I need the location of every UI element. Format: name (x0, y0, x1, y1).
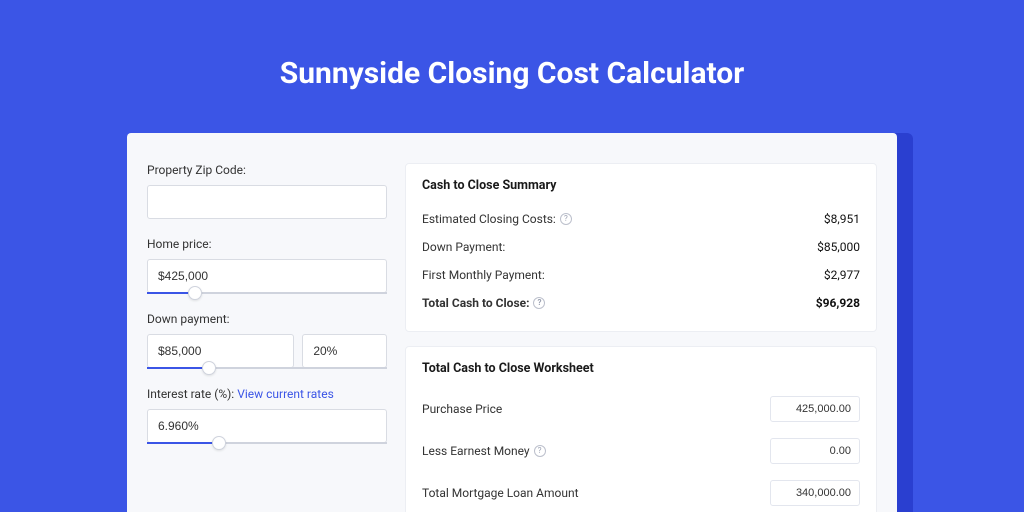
worksheet-row: Less Earnest Money ? (422, 430, 860, 472)
down-payment-input[interactable] (147, 334, 294, 368)
interest-input[interactable] (147, 409, 387, 443)
home-price-input[interactable] (147, 259, 387, 293)
zip-field-group: Property Zip Code: (147, 163, 387, 219)
home-price-slider-thumb[interactable] (188, 286, 202, 300)
summary-rows: Estimated Closing Costs: ? $8,951 Down Pay… (422, 205, 860, 317)
summary-row-value: $2,977 (824, 268, 860, 282)
help-icon[interactable]: ? (560, 213, 572, 225)
worksheet-row-label: Purchase Price (422, 402, 502, 416)
home-price-label: Home price: (147, 237, 387, 251)
summary-row-label: Estimated Closing Costs: ? (422, 212, 572, 226)
summary-row-value: $85,000 (817, 240, 860, 254)
summary-row-value: $8,951 (824, 212, 860, 226)
interest-field-group: Interest rate (%): View current rates (147, 387, 387, 444)
calculator-card: Property Zip Code: Home price: Down paym… (127, 133, 897, 512)
interest-slider-track (147, 442, 219, 444)
down-payment-slider[interactable] (147, 367, 387, 369)
down-payment-pct-input[interactable] (302, 334, 387, 368)
down-payment-field-group: Down payment: (147, 312, 387, 369)
page-title: Sunnyside Closing Cost Calculator (0, 0, 1024, 119)
summary-row: Total Cash to Close: ? $96,928 (422, 289, 860, 317)
interest-slider[interactable] (147, 442, 387, 444)
worksheet-row-input[interactable] (770, 438, 860, 464)
summary-row-value: $96,928 (816, 296, 860, 310)
home-price-slider[interactable] (147, 292, 387, 294)
view-rates-link[interactable]: View current rates (237, 387, 334, 401)
summary-row-label: Down Payment: (422, 240, 505, 254)
interest-slider-thumb[interactable] (212, 436, 226, 450)
zip-label: Property Zip Code: (147, 163, 387, 177)
down-payment-label: Down payment: (147, 312, 387, 326)
summary-heading: Cash to Close Summary (422, 178, 860, 193)
down-payment-slider-thumb[interactable] (202, 361, 216, 375)
interest-label: Interest rate (%): (147, 387, 234, 401)
worksheet-panel: Total Cash to Close Worksheet Purchase P… (405, 346, 877, 512)
calculator-card-wrap: Property Zip Code: Home price: Down paym… (127, 133, 897, 512)
worksheet-rows: Purchase Price Less Earnest Money ? Total … (422, 388, 860, 512)
zip-input[interactable] (147, 185, 387, 219)
worksheet-row-label: Total Mortgage Loan Amount (422, 486, 579, 500)
worksheet-row: Total Mortgage Loan Amount (422, 472, 860, 512)
down-payment-slider-track (147, 367, 209, 369)
worksheet-heading: Total Cash to Close Worksheet (422, 361, 860, 376)
summary-row: First Monthly Payment: $2,977 (422, 261, 860, 289)
summary-row-label: First Monthly Payment: (422, 268, 545, 282)
summary-row: Estimated Closing Costs: ? $8,951 (422, 205, 860, 233)
worksheet-row: Purchase Price (422, 388, 860, 430)
help-icon[interactable]: ? (534, 445, 546, 457)
summary-row-label: Total Cash to Close: ? (422, 296, 545, 310)
home-price-field-group: Home price: (147, 237, 387, 294)
worksheet-row-input[interactable] (770, 396, 860, 422)
results-column: Cash to Close Summary Estimated Closing … (405, 163, 877, 512)
interest-label-row: Interest rate (%): View current rates (147, 387, 387, 401)
help-icon[interactable]: ? (533, 297, 545, 309)
worksheet-row-label: Less Earnest Money ? (422, 444, 546, 458)
inputs-column: Property Zip Code: Home price: Down paym… (147, 163, 387, 512)
worksheet-row-input[interactable] (770, 480, 860, 506)
summary-panel: Cash to Close Summary Estimated Closing … (405, 163, 877, 332)
summary-row: Down Payment: $85,000 (422, 233, 860, 261)
